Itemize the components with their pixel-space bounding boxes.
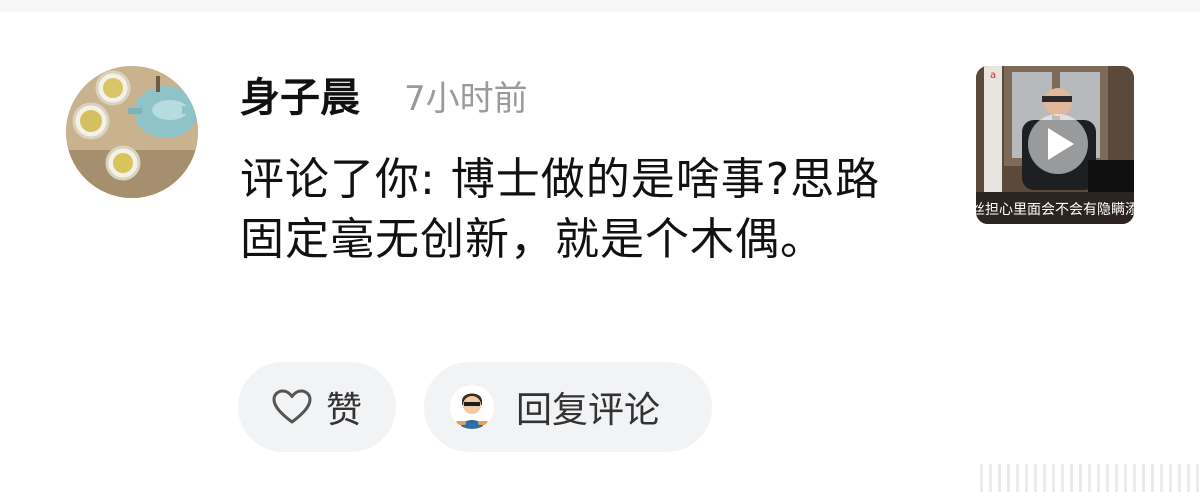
play-icon[interactable] [1028,114,1088,174]
username[interactable]: 身子晨 [240,72,360,124]
comment-text[interactable]: 评论了你: 博士做的是啥事?思路固定毫无创新，就是个木偶。 [240,150,900,270]
cartoon-avatar-icon [450,385,494,429]
tea-set-avatar-image [66,66,198,198]
user-avatar[interactable] [66,66,198,198]
bottom-edge-decoration [980,464,1200,492]
reply-label: 回复评论 [516,390,661,431]
like-button[interactable]: 赞 [238,362,396,452]
heart-outline-icon [272,389,312,424]
video-thumbnail-image: 粉丝担心里面会不会有隐瞒添加 a [976,66,1134,224]
like-label: 赞 [326,390,363,431]
my-avatar [450,385,494,429]
video-thumbnail[interactable]: 粉丝担心里面会不会有隐瞒添加 a [976,66,1134,224]
reply-comment-button[interactable]: 回复评论 [424,362,712,452]
top-divider-strip [0,0,1200,12]
timestamp: 7小时前 [404,79,528,119]
thumbnail-corner-mark: a [990,70,996,81]
thumbnail-caption: 粉丝担心里面会不会有隐瞒添加 [976,202,1134,218]
